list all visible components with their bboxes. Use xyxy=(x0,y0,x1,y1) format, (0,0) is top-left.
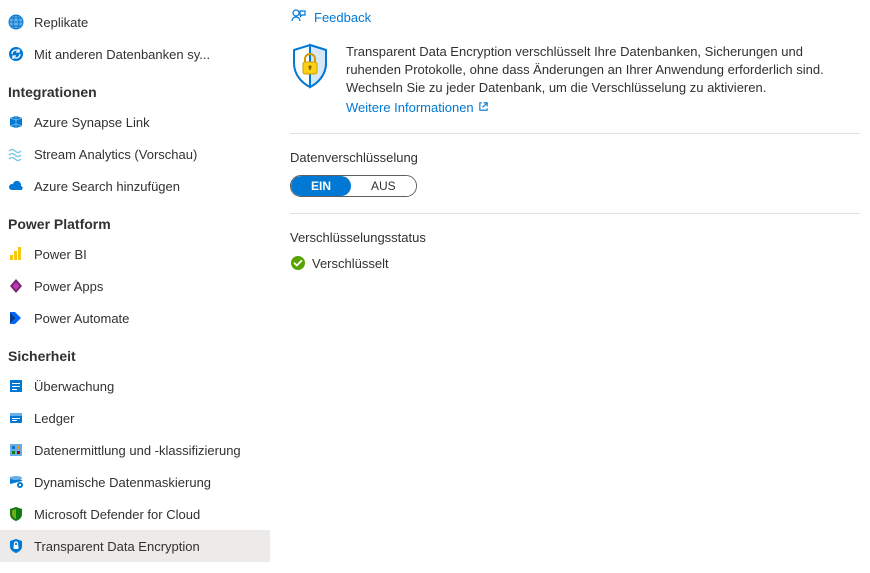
globe-icon xyxy=(8,14,24,30)
external-link-icon xyxy=(478,99,489,117)
status-label: Verschlüsselungsstatus xyxy=(290,230,860,245)
feedback-icon xyxy=(290,8,306,27)
synapse-icon xyxy=(8,114,24,130)
sidebar-item-tde[interactable]: Transparent Data Encryption xyxy=(0,530,270,562)
sidebar-item-power-automate[interactable]: Power Automate xyxy=(0,302,270,334)
sidebar-item-stream-analytics[interactable]: Stream Analytics (Vorschau) xyxy=(0,138,270,170)
sidebar-item-power-apps[interactable]: Power Apps xyxy=(0,270,270,302)
power-automate-icon xyxy=(8,310,24,326)
sidebar-item-sync-db[interactable]: Mit anderen Datenbanken sy... xyxy=(0,38,270,70)
main-content: Feedback Transparent Data Encryption ver… xyxy=(270,0,870,573)
sidebar-item-ueberwachung[interactable]: Überwachung xyxy=(0,370,270,402)
feedback-label: Feedback xyxy=(314,10,371,25)
status-value: Verschlüsselt xyxy=(312,256,389,271)
info-box: Transparent Data Encryption verschlüssel… xyxy=(290,37,860,134)
sidebar-item-label: Power Apps xyxy=(34,279,260,294)
encryption-toggle-section: Datenverschlüsselung EIN AUS xyxy=(290,134,860,214)
tde-shield-icon xyxy=(8,538,24,554)
sidebar-item-label: Power Automate xyxy=(34,311,260,326)
power-apps-icon xyxy=(8,278,24,294)
toggle-label: Datenverschlüsselung xyxy=(290,150,860,165)
info-description: Transparent Data Encryption verschlüssel… xyxy=(346,44,824,95)
encryption-status-section: Verschlüsselungsstatus Verschlüsselt xyxy=(290,214,860,287)
sidebar-item-daten-klassifizierung[interactable]: Datenermittlung und -klassifizierung xyxy=(0,434,270,466)
toggle-option-on[interactable]: EIN xyxy=(291,176,351,196)
section-header-power-platform: Power Platform xyxy=(0,202,270,238)
stream-icon xyxy=(8,146,24,162)
classification-icon xyxy=(8,442,24,458)
check-circle-icon xyxy=(290,255,306,271)
sidebar-item-label: Azure Search hinzufügen xyxy=(34,179,260,194)
audit-icon xyxy=(8,378,24,394)
power-bi-icon xyxy=(8,246,24,262)
sidebar-item-label: Replikate xyxy=(34,15,260,30)
masking-icon xyxy=(8,474,24,490)
feedback-link[interactable]: Feedback xyxy=(290,0,371,37)
more-info-link[interactable]: Weitere Informationen xyxy=(346,99,489,117)
sidebar-item-label: Ledger xyxy=(34,411,260,426)
sidebar-item-datenmaskierung[interactable]: Dynamische Datenmaskierung xyxy=(0,466,270,498)
sync-icon xyxy=(8,46,24,62)
cloud-search-icon xyxy=(8,178,24,194)
section-header-sicherheit: Sicherheit xyxy=(0,334,270,370)
sidebar-item-label: Überwachung xyxy=(34,379,260,394)
sidebar-item-defender[interactable]: Microsoft Defender for Cloud xyxy=(0,498,270,530)
sidebar-item-label: Azure Synapse Link xyxy=(34,115,260,130)
sidebar-item-label: Datenermittlung und -klassifizierung xyxy=(34,443,260,458)
info-text-block: Transparent Data Encryption verschlüssel… xyxy=(346,43,860,117)
sidebar-item-label: Mit anderen Datenbanken sy... xyxy=(34,47,260,62)
ledger-icon xyxy=(8,410,24,426)
sidebar-item-replikate[interactable]: Replikate xyxy=(0,6,270,38)
sidebar-item-label: Transparent Data Encryption xyxy=(34,539,260,554)
section-header-integrationen: Integrationen xyxy=(0,70,270,106)
sidebar-item-label: Microsoft Defender for Cloud xyxy=(34,507,260,522)
toggle-option-off[interactable]: AUS xyxy=(351,176,416,196)
shield-lock-icon xyxy=(290,43,330,117)
status-row: Verschlüsselt xyxy=(290,255,860,271)
sidebar-item-label: Stream Analytics (Vorschau) xyxy=(34,147,260,162)
sidebar-item-azure-search[interactable]: Azure Search hinzufügen xyxy=(0,170,270,202)
sidebar-item-label: Dynamische Datenmaskierung xyxy=(34,475,260,490)
sidebar: Replikate Mit anderen Datenbanken sy... … xyxy=(0,0,270,573)
defender-icon xyxy=(8,506,24,522)
sidebar-item-power-bi[interactable]: Power BI xyxy=(0,238,270,270)
encryption-toggle[interactable]: EIN AUS xyxy=(290,175,417,197)
sidebar-item-synapse-link[interactable]: Azure Synapse Link xyxy=(0,106,270,138)
sidebar-item-ledger[interactable]: Ledger xyxy=(0,402,270,434)
more-info-label: Weitere Informationen xyxy=(346,99,474,117)
sidebar-item-label: Power BI xyxy=(34,247,260,262)
